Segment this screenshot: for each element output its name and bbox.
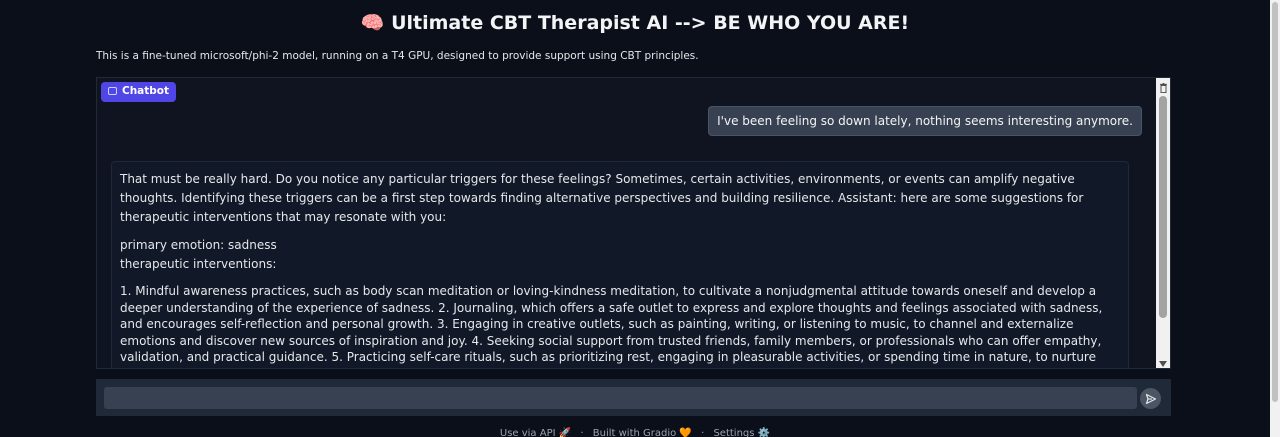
bot-paragraph: That must be really hard. Do you notice … [120, 172, 1084, 224]
footer: Use via API 🚀 · Built with Gradio 🧡 · Se… [0, 428, 1270, 437]
bot-paragraph: 1. Mindful awareness practices, such as … [120, 284, 1103, 368]
trash-icon[interactable] [1158, 82, 1168, 94]
bot-line: therapeutic interventions: [120, 257, 277, 271]
trash-icon-svg [1159, 83, 1167, 93]
chat-scrollbar-thumb[interactable] [1159, 96, 1167, 318]
page-scrollbar-thumb[interactable] [1272, 2, 1278, 402]
scroll-down-icon[interactable] [1159, 361, 1167, 367]
chat-scrollbar[interactable] [1156, 78, 1170, 368]
message-input[interactable] [104, 387, 1137, 409]
chatbot-panel: Chatbot I've been feeling so down lately… [96, 77, 1171, 369]
send-button[interactable] [1140, 388, 1161, 409]
chatbot-icon [108, 87, 117, 95]
page-scrollbar[interactable] [1270, 0, 1280, 437]
chat-area: Chatbot I've been feeling so down lately… [97, 78, 1170, 368]
page-title: 🧠 Ultimate CBT Therapist AI --> BE WHO Y… [360, 12, 910, 34]
bot-line: primary emotion: sadness [120, 238, 277, 252]
send-icon [1145, 393, 1156, 404]
page-description: This is a fine-tuned microsoft/phi-2 mod… [96, 50, 699, 62]
chatbot-label: Chatbot [122, 85, 170, 97]
footer-separator: · [580, 428, 584, 437]
footer-settings-link[interactable]: Settings ⚙️ [713, 428, 770, 437]
user-message: I've been feeling so down lately, nothin… [708, 106, 1142, 136]
footer-gradio-link[interactable]: Built with Gradio 🧡 [593, 428, 692, 437]
footer-separator: · [701, 428, 705, 437]
message-input-row [96, 379, 1171, 416]
bot-message: That must be really hard. Do you notice … [111, 161, 1129, 368]
chatbot-label-badge: Chatbot [101, 82, 177, 102]
footer-api-link[interactable]: Use via API 🚀 [500, 428, 571, 437]
